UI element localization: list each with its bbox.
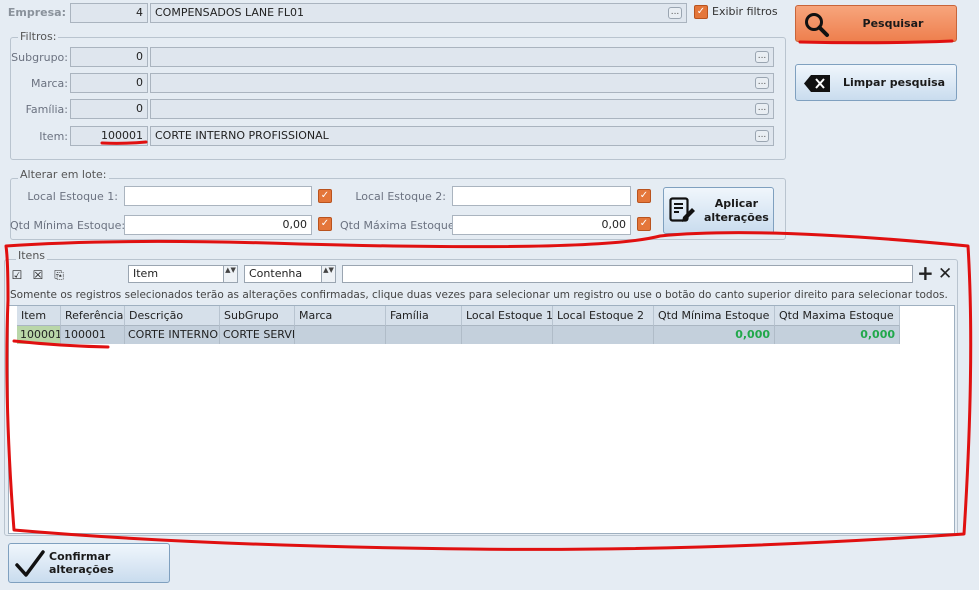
- filter-field-value: Item: [133, 267, 159, 280]
- qtd-minima-checkbox[interactable]: ✓: [318, 217, 332, 231]
- filter-field-spin-icon[interactable]: ▲▼: [223, 266, 237, 282]
- item-label: Item:: [39, 130, 68, 143]
- select-all-icon[interactable]: ☑: [10, 268, 24, 282]
- empresa-code-field[interactable]: 4: [70, 3, 148, 23]
- col-header-familia[interactable]: Família: [386, 306, 462, 326]
- lote-title: Alterar em lote:: [18, 168, 109, 181]
- qtd-minima-label: Qtd Mínima Estoque:: [10, 219, 126, 232]
- col-header-marca[interactable]: Marca: [295, 306, 386, 326]
- local-estoque-1-checkbox[interactable]: ✓: [318, 189, 332, 203]
- cell-referencia[interactable]: 100001: [61, 326, 125, 344]
- invert-selection-icon[interactable]: ⎘: [52, 268, 66, 282]
- subgrupo-label: Subgrupo:: [11, 51, 68, 64]
- aplicar-label-2: alterações: [704, 210, 769, 224]
- filter-field-select[interactable]: Item ▲▼: [128, 265, 238, 283]
- pesquisar-button[interactable]: Pesquisar: [795, 5, 957, 42]
- col-header-qtd-maxima[interactable]: Qtd Maxima Estoque: [775, 306, 900, 326]
- cell-item[interactable]: 100001: [17, 326, 61, 344]
- cell-qtd-maxima[interactable]: 0,000: [775, 326, 900, 344]
- qtd-maxima-label: Qtd Máxima Estoque:: [340, 219, 459, 232]
- cell-local-estoque-1[interactable]: [462, 326, 553, 344]
- familia-label: Família:: [25, 103, 68, 116]
- app-window: Empresa: 4 COMPENSADOS LANE FL01 ... ✓ E…: [0, 0, 979, 590]
- marca-lookup-icon[interactable]: ...: [755, 77, 769, 89]
- cell-descricao[interactable]: CORTE INTERNO P: [125, 326, 220, 344]
- marca-code-field[interactable]: 0: [70, 73, 148, 93]
- backspace-icon: [804, 75, 830, 92]
- filtros-title: Filtros:: [18, 30, 59, 43]
- cell-familia[interactable]: [386, 326, 462, 344]
- familia-desc-field[interactable]: ...: [150, 99, 774, 119]
- col-header-qtd-minima[interactable]: Qtd Mínima Estoque: [654, 306, 775, 326]
- search-icon: [805, 13, 829, 37]
- exibir-filtros-label: Exibir filtros: [712, 5, 778, 18]
- filter-op-spin-icon[interactable]: ▲▼: [321, 266, 335, 282]
- empresa-lookup-icon[interactable]: ...: [668, 7, 682, 19]
- deselect-all-icon[interactable]: ☒: [31, 268, 45, 282]
- limpar-pesquisa-button[interactable]: Limpar pesquisa: [795, 64, 957, 101]
- empresa-label: Empresa:: [7, 6, 66, 19]
- marca-desc-field[interactable]: ...: [150, 73, 774, 93]
- familia-lookup-icon[interactable]: ...: [755, 103, 769, 115]
- itens-title: Itens: [16, 249, 48, 262]
- qtd-maxima-input[interactable]: 0,00: [452, 215, 631, 235]
- limpar-pesquisa-label: Limpar pesquisa: [842, 76, 946, 89]
- col-header-subgrupo[interactable]: SubGrupo: [220, 306, 295, 326]
- cell-qtd-minima[interactable]: 0,000: [654, 326, 775, 344]
- subgrupo-desc-field[interactable]: ...: [150, 47, 774, 67]
- local-estoque-2-checkbox[interactable]: ✓: [637, 189, 651, 203]
- cell-marca[interactable]: [295, 326, 386, 344]
- local-estoque-2-input[interactable]: [452, 186, 631, 206]
- exibir-filtros-checkbox[interactable]: ✓: [694, 5, 708, 19]
- item-lookup-icon[interactable]: ...: [755, 130, 769, 142]
- subgrupo-lookup-icon[interactable]: ...: [755, 51, 769, 63]
- qtd-minima-input[interactable]: 0,00: [124, 215, 312, 235]
- familia-code-field[interactable]: 0: [70, 99, 148, 119]
- col-header-descricao[interactable]: Descrição: [125, 306, 220, 326]
- pesquisar-label: Pesquisar: [862, 17, 924, 30]
- empresa-name-field[interactable]: COMPENSADOS LANE FL01 ...: [150, 3, 687, 23]
- item-desc-text: CORTE INTERNO PROFISSIONAL: [155, 129, 329, 142]
- item-desc-field[interactable]: CORTE INTERNO PROFISSIONAL ...: [150, 126, 774, 146]
- aplicar-alteracoes-button[interactable]: Aplicar alterações: [663, 187, 774, 234]
- col-header-referencia[interactable]: Referência: [61, 306, 125, 326]
- marca-label: Marca:: [30, 77, 68, 90]
- col-header-item[interactable]: Item: [17, 306, 61, 326]
- confirmar-alteracoes-button[interactable]: Confirmar alterações: [8, 543, 170, 583]
- edit-document-icon: [669, 197, 695, 222]
- subgrupo-code-field[interactable]: 0: [70, 47, 148, 67]
- empresa-name-text: COMPENSADOS LANE FL01: [155, 6, 304, 19]
- add-filter-icon[interactable]: +: [917, 262, 934, 284]
- itens-hint-text: Somente os registros selecionados terão …: [10, 289, 948, 301]
- confirmar-label: Confirmar alterações: [49, 550, 114, 576]
- aplicar-label-1: Aplicar: [714, 196, 759, 210]
- item-code-field[interactable]: 100001: [70, 126, 148, 146]
- filter-text-input[interactable]: [342, 265, 913, 283]
- cell-local-estoque-2[interactable]: [553, 326, 654, 344]
- qtd-maxima-checkbox[interactable]: ✓: [637, 217, 651, 231]
- col-header-local-estoque-1[interactable]: Local Estoque 1: [462, 306, 553, 326]
- local-estoque-1-label: Local Estoque 1:: [27, 190, 118, 203]
- local-estoque-2-label: Local Estoque 2:: [355, 190, 446, 203]
- cell-subgrupo[interactable]: CORTE SERVIÇ: [220, 326, 295, 344]
- local-estoque-1-input[interactable]: [124, 186, 312, 206]
- filter-op-value: Contenha: [249, 267, 303, 280]
- clear-filter-icon[interactable]: ✕: [938, 263, 952, 285]
- checkmark-icon: [15, 550, 45, 577]
- col-header-local-estoque-2[interactable]: Local Estoque 2: [553, 306, 654, 326]
- filter-op-select[interactable]: Contenha ▲▼: [244, 265, 336, 283]
